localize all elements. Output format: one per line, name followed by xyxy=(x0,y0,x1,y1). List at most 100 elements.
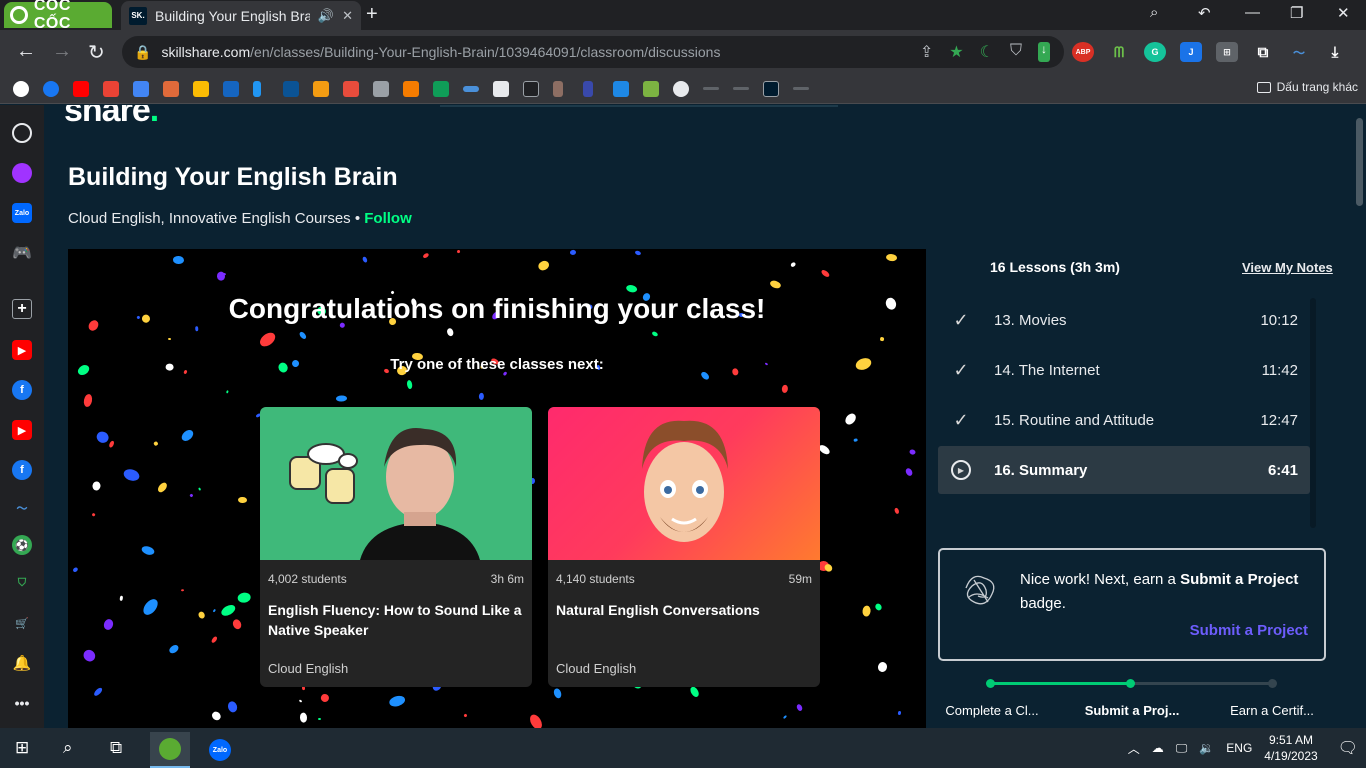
skillshare-logo[interactable]: share. xyxy=(64,105,159,130)
wave-extension-icon[interactable]: 〜 xyxy=(1288,42,1310,62)
bookmark-icon-10[interactable] xyxy=(283,81,299,97)
translate-bookmark-icon[interactable] xyxy=(133,81,149,97)
bookmark-icon-6[interactable] xyxy=(163,81,179,97)
video-player[interactable]: Congratulations on finishing your class!… xyxy=(68,249,926,728)
recommended-class-title[interactable]: English Fluency: How to Sound Like a Nat… xyxy=(268,600,524,640)
jira-extension-icon[interactable]: J xyxy=(1180,42,1202,62)
speaker-icon[interactable]: 🔊 xyxy=(318,8,334,24)
bookmark-icon-13[interactable] xyxy=(373,81,389,97)
messenger-icon[interactable] xyxy=(12,163,32,183)
soccer-icon[interactable]: ⚽ xyxy=(12,535,32,555)
more-options-icon[interactable]: ••• xyxy=(12,693,32,713)
input-language[interactable]: ENG xyxy=(1226,741,1252,755)
bookmark-icon-18[interactable] xyxy=(523,81,539,97)
reload-button[interactable]: ↻ xyxy=(88,40,105,65)
lock-icon[interactable]: 🔒 xyxy=(134,44,151,61)
bookmark-icon-16[interactable] xyxy=(463,86,479,92)
recommended-class-teacher[interactable]: Cloud English xyxy=(556,661,636,676)
bookmark-star-icon[interactable]: ★ xyxy=(949,42,963,62)
security-shield-icon[interactable]: ⛉ xyxy=(12,573,32,593)
teacher-name[interactable]: Cloud English, Innovative English Course… xyxy=(68,210,351,227)
recommended-class-teacher[interactable]: Cloud English xyxy=(268,661,348,676)
zalo-icon[interactable]: Zalo xyxy=(12,203,32,223)
class-thumbnail[interactable] xyxy=(548,407,820,560)
follow-link[interactable]: Follow xyxy=(364,210,412,227)
downloads-icon[interactable]: ⤓ xyxy=(1324,42,1346,62)
monster-extension-icon[interactable]: ᗰ xyxy=(1108,42,1130,62)
other-bookmarks-button[interactable]: Dấu trang khác xyxy=(1256,80,1358,94)
bookmark-icon-11[interactable] xyxy=(313,81,329,97)
facebook-sidebar-icon-2[interactable]: f xyxy=(12,460,32,480)
bookmark-icon-25[interactable] xyxy=(733,87,749,90)
new-tab-button[interactable]: + xyxy=(366,3,378,26)
facebook-bookmark-icon[interactable] xyxy=(43,81,59,97)
game-controller-icon[interactable]: 🎮 xyxy=(12,243,32,263)
recommended-class-card[interactable]: 4,002 students 3h 6m English Fluency: Ho… xyxy=(260,407,532,687)
adblock-plus-icon[interactable]: ABP xyxy=(1072,42,1094,62)
google-bookmark-icon[interactable] xyxy=(13,81,29,97)
bookmark-icon-15[interactable] xyxy=(433,81,449,97)
lesson-item[interactable]: ✓ 13. Movies 10:12 xyxy=(938,296,1310,344)
task-view-icon[interactable]: ⧉ xyxy=(110,738,122,758)
taskbar-zalo[interactable]: Zalo xyxy=(200,732,240,768)
view-my-notes-link[interactable]: View My Notes xyxy=(1242,260,1333,275)
lesson-item[interactable]: ✓ 14. The Internet 11:42 xyxy=(938,346,1310,394)
windows-start-icon[interactable]: ⊞ xyxy=(15,738,29,758)
bookmark-icon-19[interactable] xyxy=(553,81,563,97)
download-page-icon[interactable]: ↓ xyxy=(1038,42,1050,62)
close-tab-icon[interactable]: ✕ xyxy=(342,8,353,24)
shopping-cart-icon[interactable]: 🛒 xyxy=(12,613,32,633)
bookmark-icon-7[interactable] xyxy=(193,81,209,97)
submit-project-link[interactable]: Submit a Project xyxy=(1190,622,1308,639)
bookmark-icon-24[interactable] xyxy=(703,87,719,90)
bookmark-icon-17[interactable] xyxy=(493,81,509,97)
onedrive-icon[interactable]: ☁ xyxy=(1152,741,1164,755)
taskbar-coccoc[interactable] xyxy=(150,732,190,768)
back-button[interactable]: ← xyxy=(16,40,36,63)
lesson-item-active[interactable]: ▶ 16. Summary 6:41 xyxy=(938,446,1310,494)
history-icon[interactable] xyxy=(12,123,32,143)
bookmark-icon-9[interactable] xyxy=(253,81,261,97)
bookmark-icon-26[interactable] xyxy=(763,81,779,97)
class-thumbnail[interactable] xyxy=(260,407,532,560)
tab-extension-icon[interactable]: ⊞ xyxy=(1216,42,1238,62)
recommended-class-card[interactable]: 4,140 students 59m Natural English Conve… xyxy=(548,407,820,687)
tray-chevron-icon[interactable]: ︿ xyxy=(1128,740,1140,757)
recommended-class-title[interactable]: Natural English Conversations xyxy=(556,600,812,620)
browser-tab[interactable]: SK. Building Your English Brai 🔊 ✕ xyxy=(121,1,361,30)
bookmark-icon-12[interactable] xyxy=(343,81,359,97)
gmail-bookmark-icon[interactable] xyxy=(103,81,119,97)
forward-button[interactable]: → xyxy=(52,40,72,63)
undo-icon[interactable]: ↶ xyxy=(1198,4,1211,22)
notifications-icon[interactable]: 🗨 xyxy=(1338,738,1358,758)
search-icon[interactable]: ⌕ xyxy=(63,738,73,758)
dark-mode-icon[interactable]: ☾ xyxy=(980,42,994,62)
bookmark-icon-8[interactable] xyxy=(223,81,239,97)
bookmark-icon-21[interactable] xyxy=(613,81,629,97)
search-tabs-icon[interactable]: ⌕ xyxy=(1150,4,1158,21)
wave-sidebar-icon[interactable]: 〜 xyxy=(12,498,32,518)
extensions-puzzle-icon[interactable]: ⧉ xyxy=(1252,42,1274,62)
bookmark-icon-27[interactable] xyxy=(793,87,809,90)
clock[interactable]: 9:51 AM 4/19/2023 xyxy=(1264,732,1317,764)
network-icon[interactable]: 🖵 xyxy=(1176,741,1188,756)
share-icon[interactable]: ⇪ xyxy=(920,42,933,62)
lesson-item[interactable]: ✓ 15. Routine and Attitude 12:47 xyxy=(938,396,1310,444)
bookmark-icon-22[interactable] xyxy=(643,81,659,97)
lesson-list-scrollbar[interactable] xyxy=(1310,298,1316,528)
facebook-sidebar-icon[interactable]: f xyxy=(12,380,32,400)
add-sidebar-app-icon[interactable]: + xyxy=(12,299,32,319)
bookmark-icon-20[interactable] xyxy=(583,81,593,97)
notification-bell-icon[interactable]: 🔔 xyxy=(12,653,32,673)
bookmark-icon-23[interactable] xyxy=(673,81,689,97)
coccoc-menu-button[interactable]: CỐC CỐC xyxy=(4,0,112,32)
page-scrollbar-thumb[interactable] xyxy=(1356,118,1363,206)
grammarly-icon[interactable]: G xyxy=(1144,42,1166,62)
volume-icon[interactable]: 🔉 xyxy=(1199,741,1214,755)
youtube-sidebar-icon[interactable]: ▶ xyxy=(12,340,32,360)
youtube-bookmark-icon[interactable] xyxy=(73,81,89,97)
bookmark-icon-14[interactable] xyxy=(403,81,419,97)
shield-icon[interactable]: ⛉ xyxy=(1010,42,1022,62)
youtube-sidebar-icon-2[interactable]: ▶ xyxy=(12,420,32,440)
minimize-button[interactable]: — xyxy=(1245,4,1260,21)
